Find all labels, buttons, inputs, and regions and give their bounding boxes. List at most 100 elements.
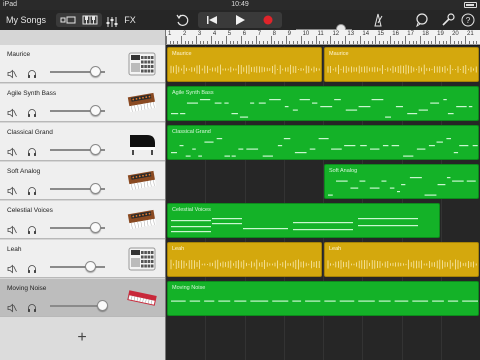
ruler-bar-number: 17 (407, 31, 414, 37)
ruler-subtick (199, 41, 201, 44)
drum-machine-icon[interactable] (127, 244, 157, 274)
ruler-subtick (453, 41, 455, 44)
region-leah[interactable]: Leah (167, 242, 322, 277)
mute-speaker-icon[interactable] (7, 66, 17, 79)
undo-icon[interactable] (174, 12, 190, 28)
ruler-subtick (229, 41, 231, 44)
ruler-subtick (311, 41, 313, 44)
ruler-subtick (207, 41, 209, 44)
ruler-subtick (308, 41, 310, 44)
headphones-icon[interactable] (27, 261, 37, 273)
synth-keyboard-icon[interactable] (127, 88, 157, 118)
track-header-leah[interactable]: Leah (0, 240, 165, 278)
ruler-subtick (438, 41, 440, 44)
track-header-celestial-voices[interactable]: Celestial Voices (0, 201, 165, 239)
help-icon[interactable]: ? (460, 12, 476, 28)
track-header-soft-analog[interactable]: Soft Analog (0, 162, 165, 200)
track-volume-knob[interactable] (90, 144, 102, 155)
tracks-area[interactable]: Maurice Maurice Agile Synth Bass Classical … (166, 46, 480, 360)
region-moving-noise[interactable]: Moving Noise (167, 281, 479, 316)
region-agile-synth-bass[interactable]: Agile Synth Bass (167, 86, 479, 121)
synth-keyboard-icon[interactable] (127, 205, 157, 235)
mute-speaker-icon[interactable] (7, 300, 17, 313)
track-volume-knob[interactable] (90, 183, 102, 194)
ruler-subtick (371, 41, 373, 44)
track-header-classical-grand[interactable]: Classical Grand (0, 123, 165, 161)
ruler-subtick (416, 41, 418, 44)
region-classical-grand[interactable]: Classical Grand (167, 125, 479, 160)
mute-speaker-icon[interactable] (7, 261, 17, 274)
fx-button[interactable]: FX (122, 12, 138, 28)
ruler-subtick (248, 41, 250, 44)
drum-machine-icon[interactable] (127, 49, 157, 79)
ruler-bar-number: 5 (227, 31, 232, 37)
track-volume-slider[interactable] (50, 266, 105, 268)
headphones-icon[interactable] (27, 105, 37, 117)
ruler-subtick (263, 41, 265, 44)
metronome-icon[interactable] (370, 12, 386, 28)
region-celestial-voices[interactable]: Celestial Voices (167, 203, 440, 238)
track-volume-knob[interactable] (85, 261, 97, 272)
track-volume-knob[interactable] (90, 66, 102, 77)
region-leah[interactable]: Leah (324, 242, 479, 277)
track-volume-knob[interactable] (90, 105, 102, 116)
ruler-tick (255, 36, 257, 44)
ruler-subtick (472, 41, 474, 44)
ruler-subtick (319, 41, 321, 44)
red-keyboard-icon[interactable] (127, 283, 157, 313)
track-header-maurice[interactable]: Maurice (0, 45, 165, 83)
ruler-bar-number: 9 (287, 31, 291, 37)
keyboard-icon[interactable] (80, 13, 100, 27)
ruler-subtick (341, 41, 343, 44)
track-name: Maurice (7, 51, 31, 58)
battery-icon (464, 2, 477, 8)
ruler-subtick (304, 41, 306, 44)
ruler-subtick (367, 41, 369, 44)
region-content (171, 99, 473, 118)
play-icon[interactable] (226, 12, 254, 28)
browser-view-icon[interactable] (58, 13, 78, 27)
rewind-icon[interactable] (198, 12, 226, 28)
grand-piano-icon[interactable] (127, 127, 157, 157)
headphones-icon[interactable] (27, 300, 37, 312)
mute-speaker-icon[interactable] (7, 144, 17, 157)
region-label: Maurice (172, 51, 192, 57)
headphones-icon[interactable] (27, 144, 37, 156)
region-soft-analog[interactable]: Soft Analog (324, 164, 479, 199)
headphones-icon[interactable] (27, 183, 37, 195)
my-songs-button[interactable]: My Songs (4, 12, 48, 28)
ruler-subtick (457, 41, 459, 44)
loop-browser-icon[interactable] (414, 12, 430, 28)
region-maurice[interactable]: Maurice (324, 47, 479, 82)
mute-speaker-icon[interactable] (7, 222, 17, 235)
ruler-tick (420, 36, 422, 44)
ruler-subtick (442, 41, 444, 44)
ruler-subtick (349, 41, 351, 44)
record-icon[interactable] (254, 12, 282, 28)
ruler-subtick (184, 41, 186, 44)
mute-speaker-icon[interactable] (7, 183, 17, 196)
track-name: Classical Grand (7, 129, 53, 136)
mute-speaker-icon[interactable] (7, 105, 17, 118)
ruler-bar-number: 19 (437, 31, 444, 37)
headphones-icon[interactable] (27, 66, 37, 78)
ruler-subtick (188, 41, 190, 44)
track-volume-knob[interactable] (97, 300, 109, 311)
region-label: Classical Grand (172, 129, 211, 135)
add-track-button[interactable]: + (72, 328, 92, 348)
ruler-bar-number: 20 (452, 31, 459, 37)
ruler-subtick (476, 41, 478, 44)
ruler-bar-number: 18 (422, 31, 429, 37)
region-maurice[interactable]: Maurice (167, 47, 322, 82)
track-header-agile-synth-bass[interactable]: Agile Synth Bass (0, 84, 165, 122)
headphones-icon[interactable] (27, 222, 37, 234)
track-volume-knob[interactable] (90, 222, 102, 233)
region-content (171, 300, 478, 302)
track-header-moving-noise[interactable]: Moving Noise (0, 279, 165, 317)
ruler-tick (315, 36, 317, 44)
timeline-ruler[interactable]: 1 2 3 4 5 6 7 8 9 10 11 12 13 14 15 16 17 18 19 20 21 (166, 30, 480, 45)
ruler-subtick (427, 41, 429, 44)
settings-icon[interactable] (440, 12, 456, 28)
mixer-icon[interactable] (104, 15, 120, 29)
synth-keyboard-icon[interactable] (127, 166, 157, 196)
